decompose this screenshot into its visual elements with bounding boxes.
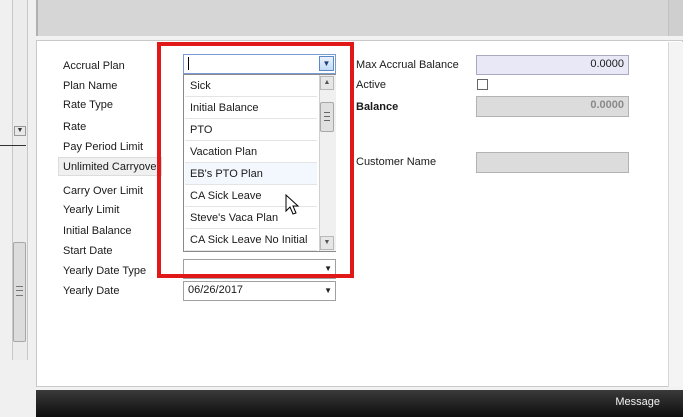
label-yearly-limit: Yearly Limit xyxy=(63,204,120,216)
label-plan-name: Plan Name xyxy=(63,80,118,92)
highlight-annotation xyxy=(157,42,354,278)
label-accrual-plan: Accrual Plan xyxy=(63,60,125,72)
form-panel xyxy=(36,40,683,387)
active-checkbox[interactable] xyxy=(477,79,488,90)
label-pay-period-limit: Pay Period Limit xyxy=(63,141,144,153)
grip-icon xyxy=(16,286,23,296)
chevron-down-icon: ▼ xyxy=(324,286,332,295)
label-initial-balance: Initial Balance xyxy=(63,225,132,237)
label-max-accrual-balance: Max Accrual Balance xyxy=(356,59,459,71)
divider xyxy=(0,145,26,146)
mouse-cursor-icon xyxy=(285,194,300,215)
label-customer-name: Customer Name xyxy=(356,156,437,168)
label-carry-over-limit: Carry Over Limit xyxy=(63,185,144,197)
yearly-date-value: 06/26/2017 xyxy=(188,284,244,296)
label-unlimited-carryover: Unlimited Carryover xyxy=(63,161,161,173)
status-bar xyxy=(36,390,683,417)
label-yearly-date: Yearly Date xyxy=(63,285,120,297)
status-message: Message xyxy=(615,396,660,408)
collapse-icon[interactable]: ▼ xyxy=(14,126,26,136)
label-start-date: Start Date xyxy=(63,245,113,257)
label-rate-type: Rate Type xyxy=(63,99,113,111)
max-accrual-balance-field[interactable]: 0.0000 xyxy=(476,55,629,75)
yearly-date-picker[interactable]: 06/26/2017 ▼ xyxy=(183,281,336,301)
header-band xyxy=(36,0,683,36)
label-balance: Balance xyxy=(356,101,399,113)
label-rate: Rate xyxy=(63,121,87,133)
label-active: Active xyxy=(356,79,386,91)
header-band-edge xyxy=(668,0,683,36)
balance-field: 0.0000 xyxy=(476,96,629,117)
label-yearly-date-type: Yearly Date Type xyxy=(63,265,147,277)
panel-right-strip xyxy=(668,42,683,387)
grip-line xyxy=(16,290,23,291)
customer-name-field xyxy=(476,152,629,173)
